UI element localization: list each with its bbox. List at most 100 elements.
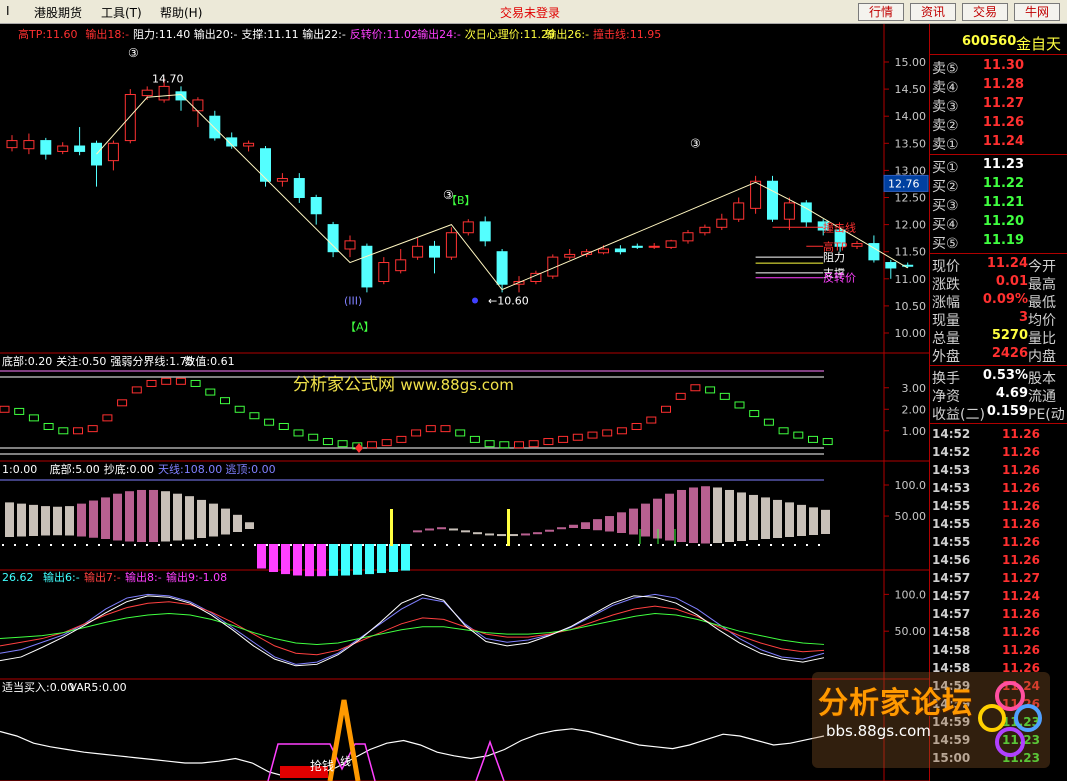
panel3-dot [410, 544, 412, 546]
bid-price: 11.19 [982, 233, 1024, 248]
panel2-step-box [73, 427, 83, 435]
candle-body [91, 142, 102, 166]
y-tick-label: 11.00 [895, 273, 927, 286]
candle-body [598, 248, 609, 254]
tick-price: 11.26 [1002, 499, 1040, 513]
tick-row: 14:58 11.26 [930, 624, 1067, 642]
panel2-step-box [205, 388, 216, 396]
panel3-bar [305, 544, 314, 577]
tick-price: 11.26 [1002, 643, 1040, 657]
panel3-bar [149, 489, 158, 542]
stat-row: 净资 4.69 流通 [930, 385, 1067, 405]
panel3-bar [161, 491, 170, 542]
grab-money-label-2: 线 [340, 754, 351, 768]
ask-row[interactable]: 卖① 11.24 [930, 133, 1067, 153]
candle-body [192, 99, 204, 112]
panel3-dot [194, 544, 196, 546]
main-legend-item: 输出22:- [302, 27, 346, 41]
ask-row[interactable]: 卖④ 11.28 [930, 76, 1067, 96]
panel3-dot [734, 544, 736, 546]
bid-label: 买③ [932, 198, 959, 214]
y-tick-label: 1.00 [902, 425, 927, 438]
panel2-step-box [322, 438, 333, 446]
panel3-legend-item: 抄底:0.00 [104, 462, 154, 476]
ask-row[interactable]: 卖⑤ 11.30 [930, 57, 1067, 77]
news-button[interactable]: 资讯 [910, 3, 956, 21]
panel3-bar [773, 499, 782, 538]
panel3-dot [386, 544, 388, 546]
tick-row: 14:55 11.26 [930, 516, 1067, 534]
panel3-dot [578, 544, 580, 546]
panel3-dot [746, 544, 748, 546]
panel3-dot [566, 544, 568, 546]
ask-row[interactable]: 卖② 11.26 [930, 114, 1067, 134]
panel2-step-box [690, 384, 701, 392]
bid-price: 11.20 [982, 214, 1024, 229]
tick-time: 14:58 [932, 643, 971, 657]
panel3-dot [686, 544, 688, 546]
stat-value: 5270 [991, 328, 1028, 343]
panel3-dot [518, 544, 520, 546]
panel3-bar [437, 527, 446, 530]
candle-body [378, 262, 390, 283]
watermark-forum: 分析家论坛 bbs.88gs.com [812, 672, 1050, 768]
tick-time: 14:57 [932, 607, 971, 621]
menu-item-hk-futures[interactable]: 港股期货 [34, 4, 82, 21]
stat-value: 0.53% [982, 368, 1028, 383]
stat-row: 换手 0.53% 股本 [930, 367, 1067, 387]
candle-body [733, 202, 745, 220]
bid-row[interactable]: 买⑤ 11.19 [930, 232, 1067, 252]
panel2-step-box [117, 399, 128, 407]
bid-row[interactable]: 买④ 11.20 [930, 213, 1067, 233]
bid-row[interactable]: 买② 11.22 [930, 175, 1067, 195]
panel3-dot [602, 544, 604, 546]
candle-body [699, 226, 711, 234]
ask-label: 卖④ [932, 80, 959, 96]
panel3-bar [185, 496, 194, 540]
kline-chart[interactable]: 高TP:11.60 输出18:- 阻力:11.40 输出20:- 支撑:11.11 输出2… [0, 24, 929, 781]
candle-body [6, 140, 18, 149]
panel2-step-box [396, 435, 407, 443]
niuwang-button[interactable]: 牛网 [1014, 3, 1060, 21]
bid-row[interactable]: 买③ 11.21 [930, 194, 1067, 214]
wave-label-a: 【A】 [345, 320, 375, 333]
panel3-bar [485, 533, 494, 536]
panel3-dot [638, 544, 640, 546]
panel3-bar [725, 489, 734, 542]
bid-label: 买⑤ [932, 236, 959, 252]
panel3-bar [209, 503, 218, 537]
panel3-bar [737, 492, 746, 541]
trade-button[interactable]: 交易 [962, 3, 1008, 21]
tick-row: 14:53 11.26 [930, 462, 1067, 480]
panel2-step-box [719, 392, 730, 400]
panel3-bar [605, 516, 614, 532]
main-legend-item: 反转价:11.02 [350, 27, 418, 41]
quote-button[interactable]: 行情 [858, 3, 904, 21]
tick-row: 14:55 11.26 [930, 498, 1067, 516]
panel3-bar [617, 512, 626, 533]
low-price-label: ←10.60 [488, 294, 529, 307]
panel3-bar [53, 506, 62, 536]
stock-header: 600560 金自天 [930, 32, 1067, 53]
y-tick-label: 11.50 [895, 246, 927, 259]
candle-body [496, 251, 508, 285]
panel3-dot [38, 544, 40, 546]
panel3-bar [341, 544, 350, 576]
menu-item-help[interactable]: 帮助(H) [160, 4, 202, 21]
panel3-dot [314, 544, 316, 546]
panel2-step-box [808, 435, 818, 443]
tick-row: 14:57 11.26 [930, 606, 1067, 624]
reference-label: 阻力 [823, 251, 845, 264]
panel2-legend-item: 关注:0.50 [56, 354, 106, 368]
panel3-dot [614, 544, 616, 546]
bid-row[interactable]: 买① 11.23 [930, 156, 1067, 176]
ask-price: 11.28 [982, 77, 1024, 92]
ask-label: 卖① [932, 137, 959, 153]
menu-item-close[interactable]: Ⅰ [6, 4, 10, 18]
menu-item-tools[interactable]: 工具(T) [101, 4, 142, 21]
panel3-bar [677, 489, 686, 542]
panel2-step-box [455, 429, 466, 437]
ask-row[interactable]: 卖③ 11.27 [930, 95, 1067, 115]
panel3-dot [806, 544, 808, 546]
panel2-step-box [190, 379, 201, 387]
